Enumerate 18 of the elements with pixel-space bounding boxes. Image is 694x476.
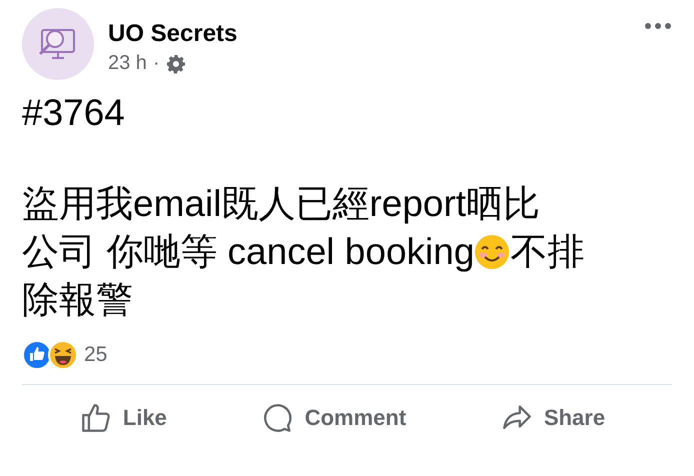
- gear-icon: [166, 54, 186, 74]
- avatar[interactable]: [22, 8, 94, 80]
- like-reaction-icon[interactable]: [22, 340, 52, 370]
- smiling-face-icon: [474, 234, 510, 270]
- more-options-icon[interactable]: [644, 22, 672, 30]
- laughing-face-icon[interactable]: [48, 340, 78, 370]
- post-text: 盜用我email既人已經report晒比: [22, 182, 540, 226]
- post-text: 公司 你哋等 cancel booking: [22, 230, 474, 274]
- page-name[interactable]: UO Secrets: [108, 20, 630, 48]
- like-button[interactable]: Like: [70, 397, 175, 439]
- separator-dot: ·: [152, 52, 160, 75]
- post-time[interactable]: 23 h: [108, 52, 147, 75]
- share-button[interactable]: Share: [492, 397, 614, 439]
- post-text: 除報警: [22, 278, 133, 322]
- reaction-count[interactable]: 25: [84, 343, 108, 367]
- post-number: #3764: [22, 92, 125, 134]
- post-text: 不排: [510, 230, 584, 274]
- comment-button[interactable]: Comment: [252, 397, 414, 439]
